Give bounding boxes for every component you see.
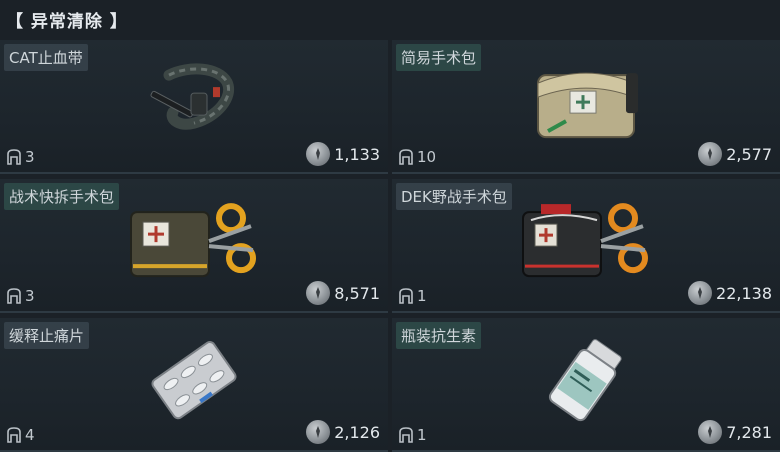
simple-surgical-kit-icon <box>526 57 646 151</box>
stack-icon <box>399 288 413 304</box>
stack-icon <box>7 149 21 165</box>
stack-count: 10 <box>398 148 436 166</box>
item-price: 1,133 <box>306 142 380 166</box>
currency-coin-icon <box>306 281 331 305</box>
stack-icon <box>399 149 413 165</box>
dek-field-surgical-kit-icon <box>511 196 661 290</box>
stack-icon <box>399 427 413 443</box>
painkiller-pills-icon <box>139 335 249 429</box>
item-card-simple-surgical-kit[interactable]: 简易手术包 10 2,577 <box>392 40 780 174</box>
item-price: 2,577 <box>698 142 772 166</box>
item-name: CAT止血带 <box>4 44 88 71</box>
item-price: 8,571 <box>306 281 380 305</box>
item-card-cat-tourniquet[interactable]: CAT止血带 3 1,133 <box>0 40 388 174</box>
item-price: 2,126 <box>306 420 380 444</box>
item-grid: CAT止血带 3 1,133 简易手术包 10 2,577 战术快拆手术包 3 … <box>0 40 780 452</box>
currency-coin-icon <box>698 420 723 444</box>
stack-count: 1 <box>398 287 427 305</box>
item-name: 缓释止痛片 <box>4 322 90 349</box>
stack-count: 3 <box>6 148 35 166</box>
item-name: 瓶装抗生素 <box>396 322 482 349</box>
tactical-surgical-kit-icon <box>119 196 269 290</box>
item-card-antibiotic-bottle[interactable]: 瓶装抗生素 1 7,281 <box>392 318 780 452</box>
stack-icon <box>7 427 21 443</box>
item-card-dek-field-surgical-kit[interactable]: DEK野战手术包 1 22,138 <box>392 179 780 313</box>
item-name: DEK野战手术包 <box>396 183 512 210</box>
item-card-tactical-surgical-kit[interactable]: 战术快拆手术包 3 8,571 <box>0 179 388 313</box>
currency-coin-icon <box>688 281 713 305</box>
currency-coin-icon <box>698 142 723 166</box>
item-price: 7,281 <box>698 420 772 444</box>
currency-coin-icon <box>306 142 331 166</box>
tourniquet-icon <box>139 57 249 151</box>
stack-count: 1 <box>398 426 427 444</box>
stack-count: 3 <box>6 287 35 305</box>
antibiotic-bottle-icon <box>531 335 641 429</box>
stack-count: 4 <box>6 426 35 444</box>
item-price: 22,138 <box>688 281 772 305</box>
currency-coin-icon <box>306 420 331 444</box>
section-header: 【 异常清除 】 <box>6 11 128 32</box>
item-card-painkiller-pills[interactable]: 缓释止痛片 4 2,126 <box>0 318 388 452</box>
item-name: 战术快拆手术包 <box>4 183 120 210</box>
stack-icon <box>7 288 21 304</box>
item-name: 简易手术包 <box>396 44 482 71</box>
